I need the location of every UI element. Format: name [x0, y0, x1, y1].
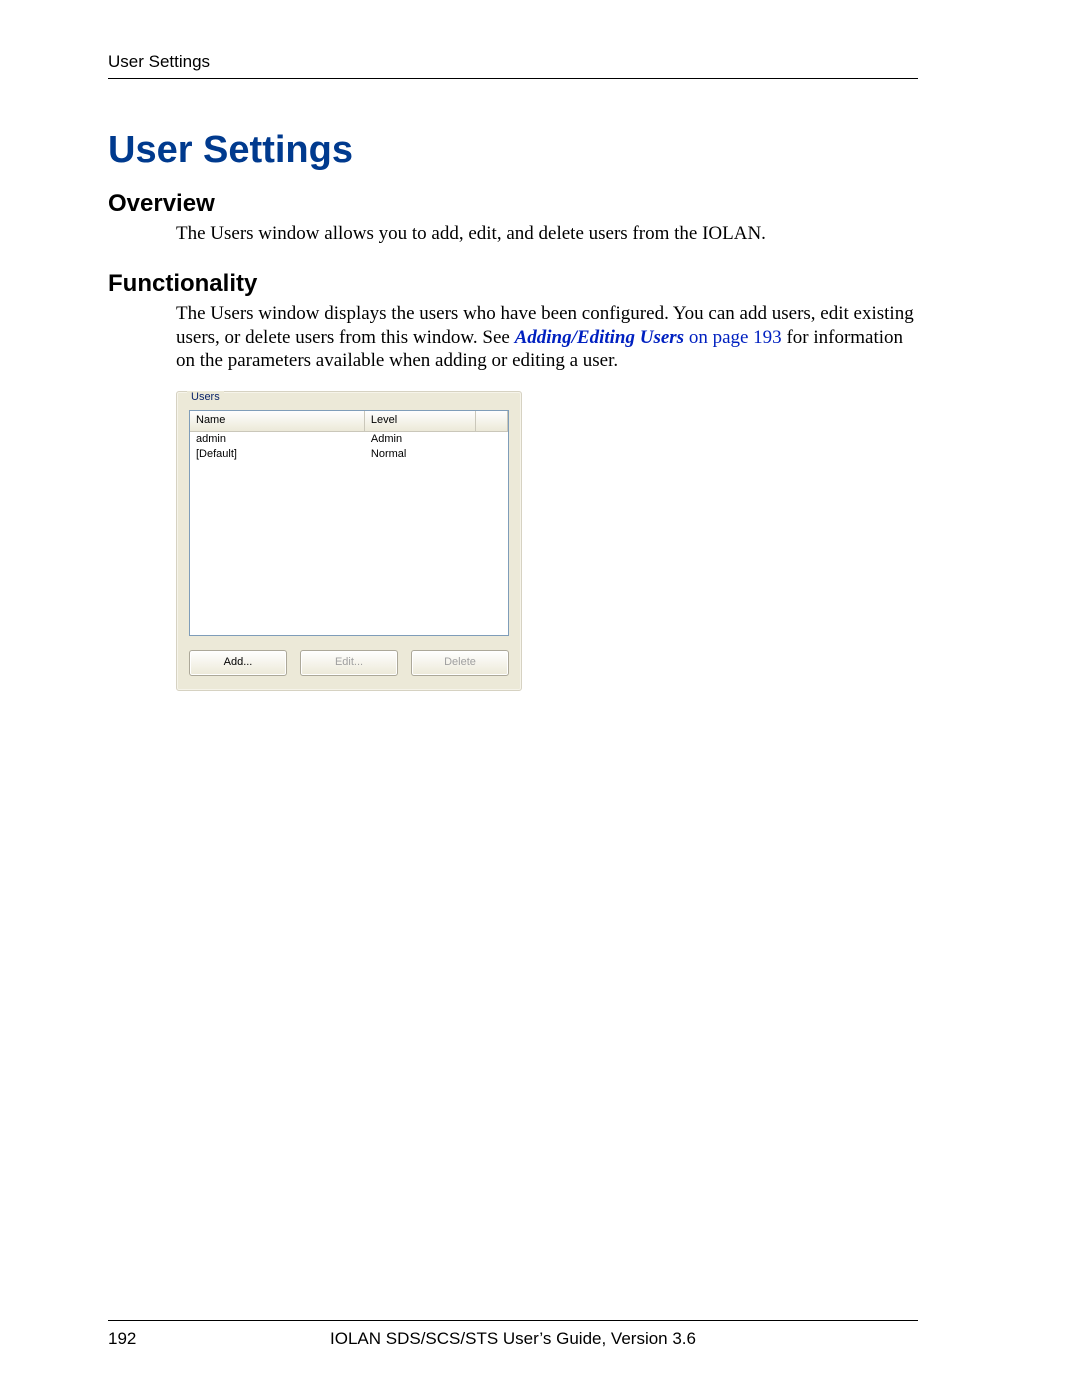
delete-button: Delete: [411, 650, 509, 676]
column-header-name[interactable]: Name: [190, 411, 365, 431]
listview-header: Name Level: [190, 411, 508, 432]
edit-button: Edit...: [300, 650, 398, 676]
page-title: User Settings: [108, 129, 972, 172]
page-footer: 192 IOLAN SDS/SCS/STS User’s Guide, Vers…: [108, 1320, 918, 1349]
section-heading-functionality: Functionality: [108, 270, 972, 298]
footer-spacer: [768, 1329, 918, 1349]
xref-adding-editing-users[interactable]: Adding/Editing Users: [515, 327, 684, 348]
column-header-spacer: [476, 411, 508, 431]
users-panel-screenshot: Users Name Level admin Admin [Default] N…: [176, 391, 972, 691]
cell-name: [Default]: [190, 447, 365, 462]
page-number: 192: [108, 1329, 258, 1349]
users-groupbox: Users Name Level admin Admin [Default] N…: [176, 391, 522, 691]
footer-guide-title: IOLAN SDS/SCS/STS User’s Guide, Version …: [258, 1329, 768, 1349]
xref-page-193[interactable]: on page 193: [684, 327, 782, 348]
button-row: Add... Edit... Delete: [189, 650, 509, 676]
groupbox-label: Users: [187, 391, 224, 403]
column-header-level[interactable]: Level: [365, 411, 476, 431]
overview-body: The Users window allows you to add, edit…: [176, 222, 916, 246]
cell-level: Normal: [365, 447, 508, 462]
add-button[interactable]: Add...: [189, 650, 287, 676]
table-row[interactable]: admin Admin: [190, 432, 508, 447]
functionality-body: The Users window displays the users who …: [176, 302, 916, 373]
page: User Settings User Settings Overview The…: [0, 0, 1080, 1397]
users-listview[interactable]: Name Level admin Admin [Default] Normal: [189, 410, 509, 636]
running-header: User Settings: [108, 52, 918, 79]
section-heading-overview: Overview: [108, 190, 972, 218]
cell-level: Admin: [365, 432, 508, 447]
listview-body: admin Admin [Default] Normal: [190, 432, 508, 462]
cell-name: admin: [190, 432, 365, 447]
table-row[interactable]: [Default] Normal: [190, 447, 508, 462]
